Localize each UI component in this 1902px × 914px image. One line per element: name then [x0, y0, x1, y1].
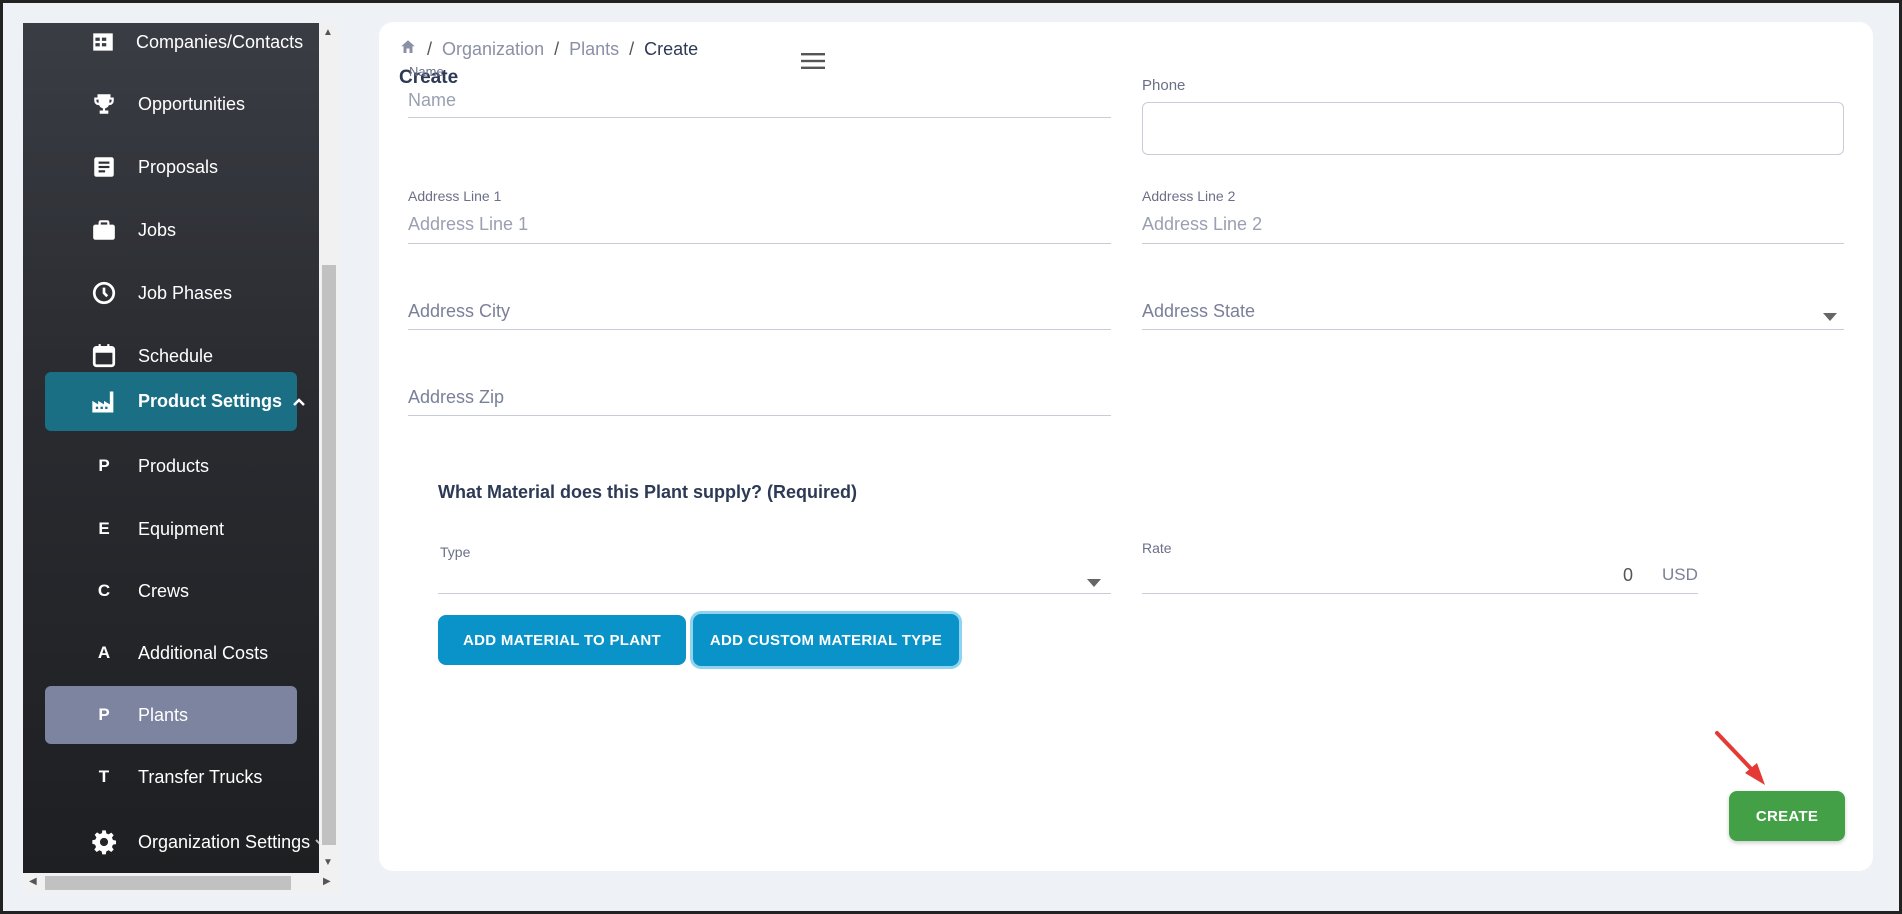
breadcrumb-plants[interactable]: Plants: [569, 39, 619, 60]
scroll-left-arrow-icon[interactable]: ◀: [29, 876, 37, 887]
sidebar-item-label: Job Phases: [138, 282, 233, 303]
trophy-icon: [90, 90, 118, 118]
sidebar-item-plants[interactable]: P Plants: [45, 686, 297, 744]
clock-icon: [90, 279, 118, 307]
create-button[interactable]: CREATE: [1729, 791, 1845, 841]
type-select[interactable]: [438, 562, 1111, 592]
dropdown-arrow-icon[interactable]: [1823, 308, 1837, 326]
factory-icon: [90, 388, 118, 416]
briefcase-icon: [90, 216, 118, 244]
sidebar-item-proposals[interactable]: Proposals: [45, 138, 297, 196]
sidebar-item-product-settings[interactable]: Product Settings: [45, 372, 305, 431]
rate-label: Rate: [1142, 540, 1172, 556]
address-line-2-input[interactable]: Address Line 2: [1142, 214, 1262, 235]
sidebar-item-label: Products: [138, 455, 210, 476]
type-underline: [438, 593, 1111, 594]
gear-icon: [90, 828, 118, 856]
sidebar-item-letter: T: [98, 767, 110, 786]
sidebar-item-transfer-trucks[interactable]: T Transfer Trucks: [45, 748, 297, 806]
name-underline: [408, 117, 1111, 118]
material-heading: What Material does this Plant supply? (R…: [438, 482, 858, 502]
sidebar-horizontal-scrollbar[interactable]: ◀ ▶: [23, 873, 339, 893]
breadcrumb-separator: /: [554, 39, 560, 59]
sidebar-item-label: Companies/Contacts: [136, 31, 304, 52]
sidebar-item-organization-settings[interactable]: Organization Settings: [45, 813, 319, 871]
rate-underline: [1142, 593, 1698, 594]
name-input[interactable]: Name: [408, 90, 456, 111]
scrollbar-thumb[interactable]: [322, 265, 336, 845]
scrollbar-thumb[interactable]: [45, 876, 291, 890]
annotation-arrow-icon: [1713, 729, 1773, 796]
sidebar-item-label: Opportunities: [138, 93, 246, 114]
menu-icon[interactable]: [801, 52, 825, 75]
sidebar-item-crews[interactable]: C Crews: [45, 562, 297, 620]
name-label: Name: [409, 64, 444, 79]
sidebar-item-label: Equipment: [138, 518, 225, 539]
sidebar-item-label: Plants: [138, 704, 189, 725]
sidebar: Companies/Contacts Opportunities Proposa…: [23, 23, 319, 873]
sidebar-item-label: Product Settings: [138, 391, 283, 411]
sidebar-item-products[interactable]: P Products: [45, 437, 297, 495]
add-material-to-plant-button[interactable]: ADD MATERIAL TO PLANT: [438, 615, 686, 665]
sidebar-item-additional-costs[interactable]: A Additional Costs: [45, 624, 297, 682]
sidebar-item-letter: P: [98, 705, 110, 724]
sidebar-item-letter: P: [98, 456, 110, 475]
breadcrumb-create: Create: [644, 39, 699, 59]
sidebar-item-label: Proposals: [138, 156, 219, 177]
address-line-2-label: Address Line 2: [1142, 188, 1236, 204]
sidebar-item-label: Jobs: [138, 219, 177, 240]
address-zip-input[interactable]: Address Zip: [408, 387, 504, 408]
main-card: / Organization / Plants / Create Create …: [379, 22, 1873, 871]
scroll-down-arrow-icon[interactable]: ▼: [323, 857, 333, 868]
scroll-up-arrow-icon[interactable]: ▲: [323, 27, 333, 38]
sidebar-item-label: Crews: [138, 580, 190, 601]
phone-label: Phone: [1142, 77, 1186, 94]
sidebar-item-opportunities[interactable]: Opportunities: [45, 75, 297, 133]
breadcrumb-separator: /: [427, 39, 433, 59]
chevron-up-icon: [292, 395, 306, 409]
sidebar-item-job-phases[interactable]: Job Phases: [45, 264, 297, 322]
address-zip-underline: [408, 415, 1111, 416]
breadcrumb: / Organization / Plants / Create: [399, 38, 698, 61]
sidebar-item-label: Organization Settings: [138, 831, 311, 852]
type-label: Type: [440, 544, 471, 560]
sidebar-item-jobs[interactable]: Jobs: [45, 201, 297, 259]
address-state-underline: [1142, 329, 1844, 330]
sidebar-item-equipment[interactable]: E Equipment: [45, 500, 297, 558]
sidebar-item-letter: C: [97, 581, 111, 600]
home-icon[interactable]: [399, 38, 417, 61]
sidebar-item-companies-contacts[interactable]: Companies/Contacts: [45, 23, 303, 71]
sidebar-item-letter: E: [98, 519, 110, 538]
scroll-right-arrow-icon[interactable]: ▶: [323, 876, 331, 887]
building-icon: [90, 28, 116, 56]
sidebar-item-letter: A: [97, 643, 111, 662]
address-line-1-input[interactable]: Address Line 1: [408, 214, 528, 235]
phone-input[interactable]: [1142, 102, 1844, 155]
rate-unit: USD: [1662, 565, 1698, 584]
dropdown-arrow-icon[interactable]: [1087, 574, 1101, 592]
sidebar-item-label: Transfer Trucks: [138, 766, 263, 787]
address-state-select[interactable]: Address State: [1142, 301, 1255, 322]
add-custom-material-type-button[interactable]: ADD CUSTOM MATERIAL TYPE: [693, 614, 959, 666]
address-city-underline: [408, 329, 1111, 330]
address-line-2-underline: [1142, 243, 1844, 244]
breadcrumb-organization[interactable]: Organization: [442, 39, 544, 60]
breadcrumb-separator: /: [629, 39, 635, 59]
address-city-input[interactable]: Address City: [408, 301, 510, 322]
sidebar-item-label: Schedule: [138, 345, 214, 366]
address-line-1-label: Address Line 1: [408, 188, 502, 204]
address-line-1-underline: [408, 243, 1111, 244]
calendar-icon: [90, 342, 118, 370]
document-icon: [90, 153, 118, 181]
sidebar-item-label: Additional Costs: [138, 642, 269, 663]
sidebar-vertical-scrollbar[interactable]: ▲ ▼: [319, 23, 339, 873]
rate-input[interactable]: 0: [1623, 565, 1633, 586]
